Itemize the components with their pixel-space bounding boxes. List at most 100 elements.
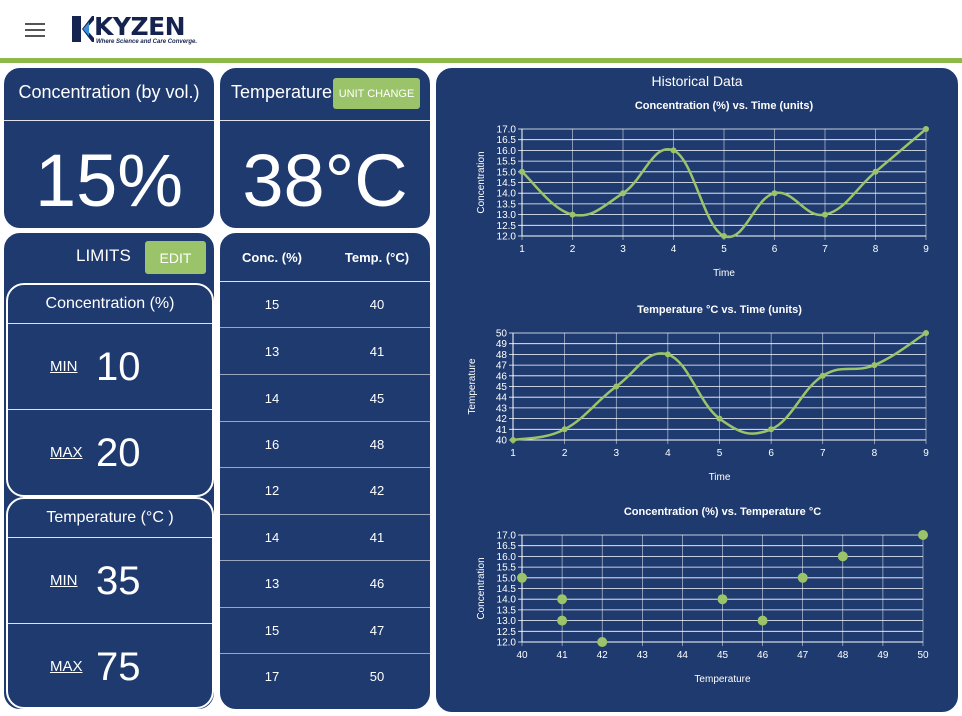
y-tick-label: 13.0 [497, 616, 517, 627]
data-point [923, 330, 929, 336]
y-tick-label: 16.0 [497, 146, 517, 157]
unit-change-button[interactable]: UNIT CHANGE [333, 78, 420, 109]
temperature-max-value: 75 [96, 645, 141, 689]
data-point [519, 168, 525, 175]
data-point [918, 530, 928, 540]
x-tick-label: 41 [557, 650, 569, 661]
readings-table: Conc. (%) Temp. (°C) 15 40 13 41 14 45 1… [218, 231, 432, 711]
x-tick-label: 5 [721, 244, 727, 255]
data-point [771, 190, 778, 197]
temperature-max-label: MAX [50, 658, 83, 675]
x-tick-label: 47 [797, 650, 809, 661]
table-cell-concentration: 15 [264, 623, 280, 638]
y-tick-label: 16.5 [497, 541, 517, 552]
data-point [620, 190, 626, 197]
table-cell-concentration: 14 [264, 391, 280, 406]
x-tick-label: 3 [613, 448, 619, 459]
y-tick-label: 15.5 [497, 563, 517, 574]
x-tick-label: 7 [822, 244, 828, 255]
y-tick-label: 12.5 [497, 221, 517, 232]
hamburger-menu-icon[interactable] [25, 23, 45, 37]
x-tick-label: 49 [877, 650, 889, 661]
concentration-card: Concentration (by vol.) 15% [2, 66, 216, 230]
chart-title: Concentration (%) vs. Time (units) [635, 100, 814, 112]
x-tick-label: 4 [671, 244, 677, 255]
concentration-min-value: 10 [96, 345, 141, 389]
data-point [670, 147, 677, 154]
x-tick-label: 43 [637, 650, 649, 661]
y-tick-label: 13.5 [497, 605, 517, 616]
x-axis-label: Time [713, 268, 735, 279]
y-tick-label: 12.0 [497, 638, 517, 649]
table-cell-concentration: 15 [264, 297, 280, 312]
data-point [569, 211, 576, 218]
x-tick-label: 50 [917, 650, 929, 661]
divider [8, 323, 212, 324]
data-point [923, 126, 929, 132]
data-point [822, 211, 828, 218]
y-tick-label: 14.0 [497, 595, 517, 606]
table-cell-concentration: 17 [264, 669, 280, 684]
table-header-temperature: Temp. (°C) [344, 250, 410, 265]
temperature-limits-title: Temperature (°C ) [46, 509, 174, 526]
data-point [819, 372, 826, 379]
table-cell-temperature: 41 [369, 530, 385, 545]
y-axis-label: Concentration [476, 151, 487, 213]
data-point [664, 351, 671, 358]
x-tick-label: 1 [510, 448, 516, 459]
y-tick-label: 44 [496, 393, 508, 404]
chart-title: Temperature °C vs. Time (units) [637, 304, 802, 316]
temperature-min-value: 35 [96, 559, 141, 603]
logo-tagline: Where Science and Care Converge. [96, 39, 198, 45]
x-tick-label: 3 [620, 244, 626, 255]
x-tick-label: 48 [837, 650, 849, 661]
historical-data-title: Historical Data [651, 73, 743, 89]
y-tick-label: 14.5 [497, 178, 517, 189]
table-cell-temperature: 47 [369, 623, 385, 638]
row-divider [220, 374, 430, 375]
data-point [510, 437, 516, 443]
y-axis-label: Temperature [467, 358, 478, 415]
x-tick-label: 40 [516, 650, 528, 661]
edit-limits-button[interactable]: EDIT [145, 241, 206, 274]
y-tick-label: 49 [496, 339, 508, 350]
x-tick-label: 6 [768, 448, 774, 459]
y-tick-label: 15.5 [497, 157, 517, 168]
data-point [517, 572, 527, 583]
row-divider [220, 421, 430, 422]
x-tick-label: 1 [519, 244, 525, 255]
concentration-value: 15% [34, 139, 184, 222]
concentration-time-chart: Concentration (%) vs. Time (units) 12.012… [476, 100, 929, 279]
y-tick-label: 16.0 [497, 552, 517, 563]
x-tick-label: 42 [597, 650, 609, 661]
x-tick-label: 46 [757, 650, 769, 661]
y-tick-label: 13.5 [497, 199, 517, 210]
divider [8, 409, 212, 410]
x-tick-label: 5 [717, 448, 723, 459]
x-tick-label: 44 [677, 650, 689, 661]
kyzen-logo-mark-icon [72, 16, 94, 42]
table-cell-concentration: 13 [264, 576, 280, 591]
limits-panel: LIMITS EDIT Concentration (%) MIN 10 MAX… [2, 231, 216, 711]
row-divider [220, 560, 430, 561]
y-tick-label: 43 [496, 403, 508, 414]
table-cell-temperature: 46 [369, 576, 385, 591]
concentration-temperature-chart: Concentration (%) vs. Temperature °C 12.0… [476, 506, 929, 685]
concentration-max-label: MAX [50, 444, 83, 461]
table-cell-temperature: 48 [369, 437, 385, 452]
data-point [757, 615, 768, 626]
app-header: KYZEN Where Science and Care Converge. [0, 0, 962, 60]
divider [4, 120, 214, 121]
x-tick-label: 6 [772, 244, 778, 255]
table-cell-temperature: 41 [369, 344, 385, 359]
x-tick-label: 8 [873, 244, 879, 255]
y-tick-label: 12.0 [497, 232, 517, 243]
data-point [597, 637, 608, 647]
divider [8, 623, 212, 624]
temperature-card-title: Temperature [231, 82, 333, 102]
temperature-card: Temperature UNIT CHANGE 38°C [218, 66, 432, 230]
table-header-concentration: Conc. (%) [242, 250, 302, 265]
data-point [871, 362, 878, 369]
row-divider [220, 653, 430, 654]
y-tick-label: 50 [496, 329, 508, 340]
